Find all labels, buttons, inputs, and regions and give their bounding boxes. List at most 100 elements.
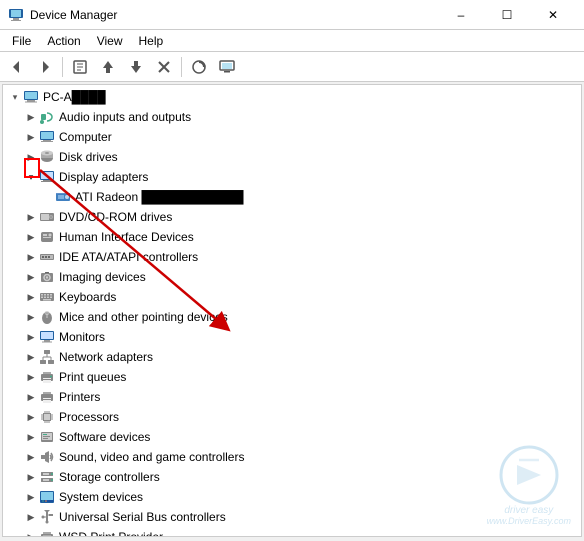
menu-view[interactable]: View <box>89 32 131 50</box>
menu-action[interactable]: Action <box>39 32 88 50</box>
item-label: Print queues <box>59 370 126 384</box>
list-item[interactable]: ▶ Mice and other pointing devices <box>3 307 581 327</box>
list-item[interactable]: ATI Radeon ████████████ <box>3 187 581 207</box>
item-label: Keyboards <box>59 290 116 304</box>
printers-icon <box>39 389 55 405</box>
item-label: Mice and other pointing devices <box>59 310 228 324</box>
expand-icon[interactable]: ▶ <box>23 289 39 305</box>
expand-icon[interactable]: ▶ <box>23 249 39 265</box>
system-icon <box>39 489 55 505</box>
hid-item[interactable]: ▶ Human Interface Devices <box>3 227 581 247</box>
item-label: Disk drives <box>59 150 118 164</box>
toolbar <box>0 52 584 82</box>
watermark-url: www.DriverEasy.com <box>487 516 571 526</box>
item-label: Sound, video and game controllers <box>59 450 244 464</box>
forward-button[interactable] <box>32 55 58 79</box>
item-label: Audio inputs and outputs <box>59 110 191 124</box>
list-item[interactable]: ▶ WSD Print Provider <box>3 527 581 537</box>
display-adapters-item[interactable]: ▾ Display adapters <box>3 167 581 187</box>
title-buttons: – ☐ ✕ <box>438 0 576 30</box>
expand-icon[interactable]: ▶ <box>23 389 39 405</box>
display-expand-icon[interactable]: ▾ <box>23 169 39 185</box>
window-title: Device Manager <box>30 8 117 22</box>
list-item[interactable]: ▶ Imaging devices <box>3 267 581 287</box>
title-bar: Device Manager – ☐ ✕ <box>0 0 584 30</box>
sound-icon <box>39 449 55 465</box>
expand-icon[interactable]: ▶ <box>23 329 39 345</box>
expand-icon[interactable]: ▶ <box>23 489 39 505</box>
item-label: Computer <box>59 130 112 144</box>
item-label: Imaging devices <box>59 270 146 284</box>
list-item[interactable]: ▶ Monitors <box>3 327 581 347</box>
display-adapters-label: Display adapters <box>59 170 148 184</box>
back-button[interactable] <box>4 55 30 79</box>
expand-icon[interactable]: ▶ <box>23 229 39 245</box>
imaging-icon <box>39 269 55 285</box>
menu-file[interactable]: File <box>4 32 39 50</box>
uninstall-button[interactable] <box>151 55 177 79</box>
storage-icon <box>39 469 55 485</box>
tree-root[interactable]: ▾ PC-A████ <box>3 87 581 107</box>
item-label: System devices <box>59 490 143 504</box>
toolbar-sep-1 <box>62 57 63 77</box>
list-item[interactable]: ▶ IDE ATA/ATAPI controllers <box>3 247 581 267</box>
processor-icon <box>39 409 55 425</box>
app-icon <box>8 7 24 23</box>
print-queues-icon <box>39 369 55 385</box>
expand-icon[interactable]: ▶ <box>23 349 39 365</box>
item-label: Monitors <box>59 330 105 344</box>
usb-icon <box>39 509 55 525</box>
expand-icon[interactable]: ▶ <box>23 109 39 125</box>
mice-icon <box>39 309 55 325</box>
toolbar-sep-2 <box>181 57 182 77</box>
expand-icon[interactable]: ▶ <box>23 209 39 225</box>
expand-icon[interactable]: ▶ <box>23 309 39 325</box>
list-item[interactable]: ▶ Software devices <box>3 427 581 447</box>
item-label: IDE ATA/ATAPI controllers <box>59 250 198 264</box>
watermark: driver easy www.DriverEasy.com <box>487 445 571 526</box>
expand-icon[interactable]: ▶ <box>23 469 39 485</box>
list-item[interactable]: ▶ Printers <box>3 387 581 407</box>
list-item[interactable]: ▶ Network adapters <box>3 347 581 367</box>
list-item[interactable]: ▶ Keyboards <box>3 287 581 307</box>
item-label: Network adapters <box>59 350 153 364</box>
list-item[interactable]: ▶ Audio inputs and outputs <box>3 107 581 127</box>
root-expand-icon[interactable]: ▾ <box>7 89 23 105</box>
monitor-icon <box>39 329 55 345</box>
wsd-icon <box>39 529 55 537</box>
list-item[interactable]: ▶ Print queues <box>3 367 581 387</box>
expand-icon[interactable]: ▶ <box>23 509 39 525</box>
scan-button[interactable] <box>186 55 212 79</box>
close-button[interactable]: ✕ <box>530 0 576 30</box>
minimize-button[interactable]: – <box>438 0 484 30</box>
expand-icon[interactable]: ▶ <box>23 149 39 165</box>
root-label: PC-A████ <box>43 90 106 104</box>
properties-button[interactable] <box>67 55 93 79</box>
display-icon <box>39 169 55 185</box>
disk-icon <box>39 149 55 165</box>
open-properties-button[interactable] <box>214 55 240 79</box>
list-item[interactable]: ▶ Proces <box>3 407 581 427</box>
maximize-button[interactable]: ☐ <box>484 0 530 30</box>
expand-icon[interactable]: ▶ <box>23 429 39 445</box>
list-item[interactable]: ▶ DVD/CD-ROM drives <box>3 207 581 227</box>
watermark-text: driver easy <box>504 505 553 516</box>
list-item[interactable]: ▶ Disk drives <box>3 147 581 167</box>
expand-icon[interactable]: ▶ <box>23 369 39 385</box>
title-bar-left: Device Manager <box>8 7 117 23</box>
expand-icon[interactable]: ▶ <box>23 129 39 145</box>
update-driver-button[interactable] <box>95 55 121 79</box>
expand-icon[interactable]: ▶ <box>23 449 39 465</box>
computer-device-icon <box>39 129 55 145</box>
expand-icon[interactable]: ▶ <box>23 409 39 425</box>
rollback-button[interactable] <box>123 55 149 79</box>
expand-icon[interactable]: ▶ <box>23 529 39 537</box>
hid-label: Human Interface Devices <box>59 230 194 244</box>
hid-icon <box>39 229 55 245</box>
expand-icon[interactable]: ▶ <box>23 269 39 285</box>
list-item[interactable]: ▶ Computer <box>3 127 581 147</box>
device-tree-panel[interactable]: ▾ PC-A████ ▶ A <box>2 84 582 537</box>
menu-bar: File Action View Help <box>0 30 584 52</box>
menu-help[interactable]: Help <box>131 32 172 50</box>
item-label: Storage controllers <box>59 470 160 484</box>
